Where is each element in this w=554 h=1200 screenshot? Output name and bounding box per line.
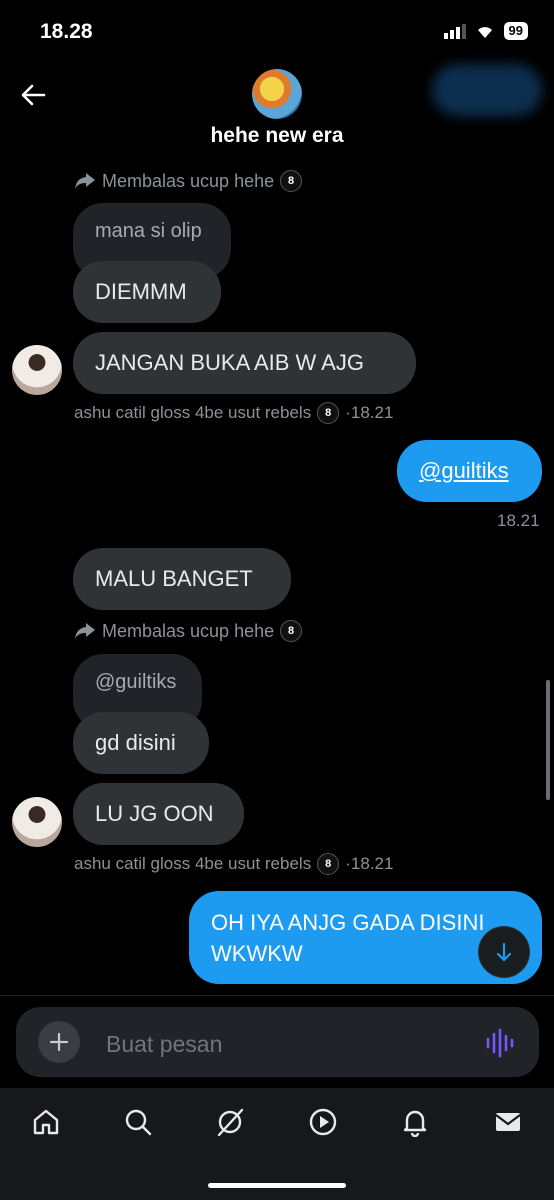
message-time: ·18.21 [345, 403, 394, 422]
plus-icon [49, 1032, 69, 1052]
sender-avatar[interactable] [12, 345, 62, 395]
nav-home[interactable] [28, 1104, 64, 1140]
message-input[interactable] [104, 1026, 468, 1062]
sender-meta: ashu catil gloss 4be usut rebels 8 ·18.2… [74, 402, 393, 424]
eight-ball-icon: 8 [317, 402, 340, 424]
nav-grok[interactable] [212, 1104, 248, 1140]
message-time: ·18.21 [345, 854, 394, 873]
reply-note-text: Membalas ucup hehe [102, 170, 275, 191]
status-time: 18.28 [40, 20, 93, 43]
add-attachment-button[interactable] [38, 1021, 80, 1063]
message-bubble[interactable]: JANGAN BUKA AIB W AJG [73, 332, 416, 394]
reply-note: Membalas ucup hehe 8 [74, 170, 303, 192]
nav-video[interactable] [305, 1104, 341, 1140]
messages-icon [495, 1113, 521, 1131]
video-icon [309, 1108, 337, 1136]
nav-search[interactable] [120, 1104, 156, 1140]
message-bubble[interactable]: LU JG OON [73, 783, 244, 845]
reply-arrow-icon [75, 173, 95, 189]
reply-arrow-icon [75, 623, 95, 639]
group-avatar[interactable] [252, 69, 302, 119]
scroll-to-bottom-button[interactable] [478, 926, 530, 978]
grok-icon [217, 1108, 244, 1137]
wifi-icon [477, 27, 492, 38]
battery-indicator: 99 [503, 22, 528, 40]
nav-notifications[interactable] [397, 1104, 433, 1140]
sender-name: ashu catil gloss 4be usut rebels [74, 403, 312, 422]
sender-meta: ashu catil gloss 4be usut rebels 8 ·18.2… [74, 853, 393, 875]
group-title[interactable]: hehe new era [0, 124, 554, 148]
arrow-down-icon [496, 942, 512, 962]
message-text-line: WKWKW [211, 940, 303, 966]
message-bubble[interactable]: MALU BANGET [73, 548, 291, 610]
eight-ball-icon: 8 [280, 170, 303, 192]
signal-icon [443, 24, 466, 39]
eight-ball-icon: 8 [317, 853, 340, 875]
message-text-line: OH IYA ANJG GADA DISINI [211, 909, 485, 935]
back-button[interactable] [18, 80, 48, 110]
reply-note: Membalas ucup hehe 8 [74, 620, 303, 642]
reply-note-text: Membalas ucup hehe [102, 620, 275, 641]
sender-name: ashu catil gloss 4be usut rebels [74, 854, 312, 873]
voice-message-button[interactable] [484, 1028, 516, 1058]
mention-link[interactable]: @guiltiks [419, 458, 509, 484]
home-indicator [208, 1183, 346, 1188]
home-icon [33, 1109, 59, 1135]
message-bubble[interactable]: gd disini [73, 712, 209, 774]
message-time: 18.21 [497, 511, 540, 530]
status-icons: 99 [443, 22, 528, 40]
sender-avatar[interactable] [12, 797, 62, 847]
blurred-header-button [432, 64, 542, 116]
notifications-icon [403, 1110, 427, 1137]
my-message-bubble[interactable]: @guiltiks [397, 440, 542, 502]
arrow-left-icon [21, 84, 46, 106]
scrollbar-thumb[interactable] [546, 680, 550, 800]
message-bubble[interactable]: DIEMMM [73, 261, 221, 323]
eight-ball-icon: 8 [280, 620, 303, 642]
search-icon [125, 1109, 152, 1136]
nav-messages[interactable] [490, 1104, 526, 1140]
waveform-icon [486, 1028, 514, 1058]
